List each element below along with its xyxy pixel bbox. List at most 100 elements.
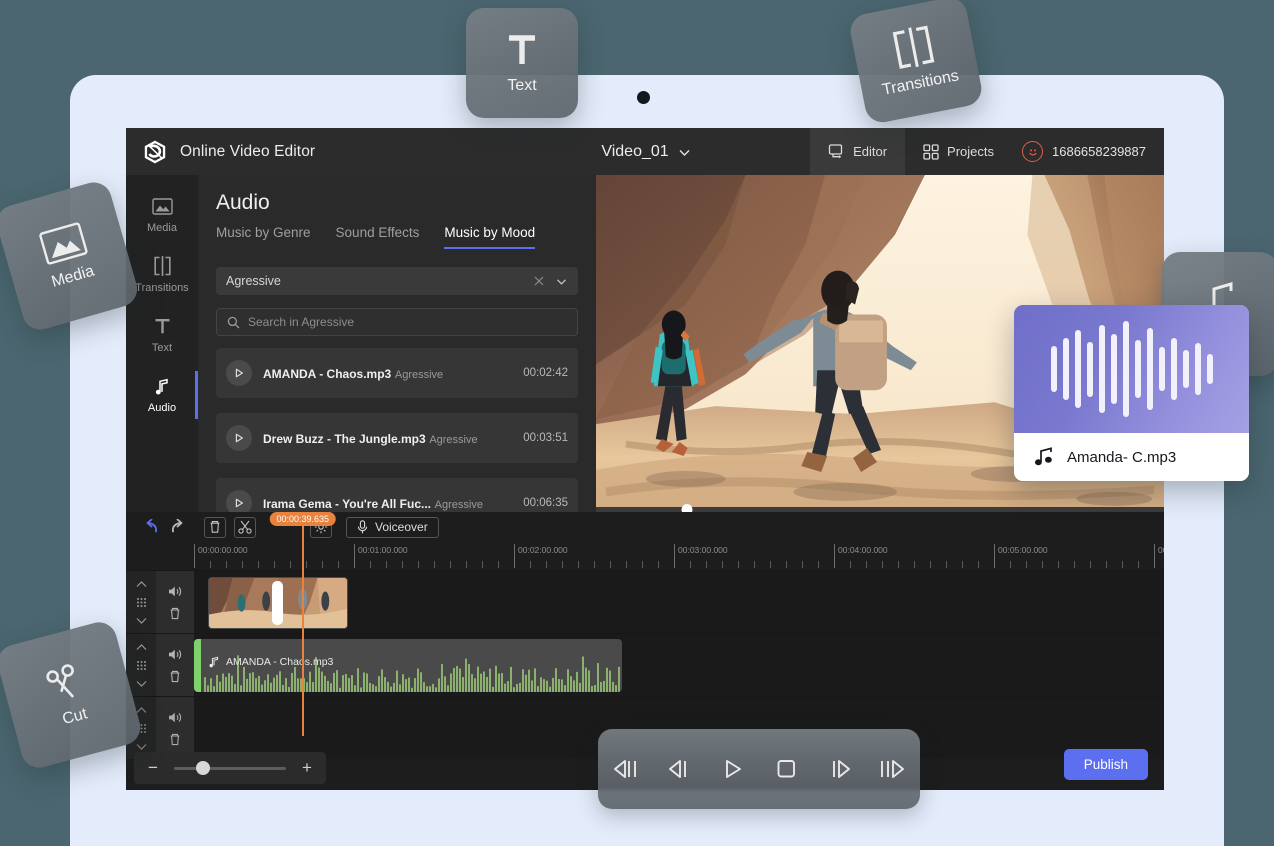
avatar — [1022, 141, 1043, 162]
voiceover-button[interactable]: Voiceover — [346, 517, 439, 538]
search-placeholder: Search in Agressive — [248, 315, 354, 329]
voiceover-label: Voiceover — [375, 520, 428, 534]
chevron-down-icon — [678, 146, 689, 157]
skip-forward-button[interactable] — [875, 752, 909, 786]
sidebar-item-text[interactable]: Text — [126, 305, 198, 365]
playhead[interactable]: 00:00:39.635 — [302, 526, 304, 736]
trash-icon[interactable] — [169, 733, 181, 746]
audio-card-title: Amanda- C.mp3 — [1067, 449, 1176, 466]
user-id-label: 1686658239887 — [1052, 144, 1146, 159]
sidebar-item-media[interactable]: Media — [126, 185, 198, 245]
publish-button[interactable]: Publish — [1064, 749, 1148, 780]
tab-music-by-genre[interactable]: Music by Genre — [216, 225, 311, 249]
nav-editor-button[interactable]: Editor — [810, 128, 905, 175]
sidebar-item-transitions[interactable]: Transitions — [126, 245, 198, 305]
project-name-selector[interactable]: Video_01 — [560, 143, 730, 161]
audio-clip-name: AMANDA - Chaos.mp3 — [226, 656, 333, 668]
play-icon[interactable] — [226, 425, 252, 451]
video-lane[interactable] — [194, 571, 1164, 633]
playback-control-bar — [598, 729, 920, 809]
nav-projects-label: Projects — [947, 144, 994, 159]
nav-editor-label: Editor — [853, 144, 887, 159]
panel-tabs: Music by Genre Sound Effects Music by Mo… — [216, 225, 578, 249]
track-reorder-controls[interactable] — [126, 571, 156, 633]
track-duration: 00:03:51 — [523, 432, 568, 444]
volume-icon[interactable] — [168, 648, 182, 661]
microphone-icon — [357, 520, 368, 534]
chevron-up-icon — [136, 581, 147, 588]
floating-card-transitions[interactable]: Transitions — [848, 0, 985, 125]
ruler-tick-label: 00:02:00.000 — [514, 544, 568, 557]
track-name: AMANDA - Chaos.mp3 — [263, 367, 391, 381]
image-icon — [37, 220, 89, 267]
play-icon[interactable] — [226, 360, 252, 386]
chevron-down-icon — [136, 617, 147, 624]
track-reorder-controls[interactable] — [126, 634, 156, 696]
sidebar-item-label: Media — [147, 222, 177, 234]
track-mood: Agressive — [429, 434, 477, 446]
clip-split-handle[interactable] — [272, 581, 283, 625]
undo-icon[interactable] — [140, 516, 164, 538]
close-icon[interactable] — [533, 275, 545, 287]
video-editor-window: Online Video Editor Video_01 Editor — [126, 128, 1164, 790]
scrubber-handle[interactable] — [681, 504, 692, 512]
audio-lane[interactable]: AMANDA - Chaos.mp3 — [194, 634, 1164, 696]
floating-card-text[interactable]: Text — [466, 8, 578, 118]
waveform-bars — [1014, 305, 1249, 433]
sidebar-item-label: Transitions — [135, 282, 188, 294]
list-item[interactable]: Drew Buzz - The Jungle.mp3 Agressive 00:… — [216, 413, 578, 463]
trash-icon[interactable] — [204, 517, 226, 538]
audio-card-footer: Amanda- C.mp3 — [1014, 433, 1249, 481]
audio-card-artwork — [1014, 305, 1249, 433]
titlebar-right-group: Editor Projects — [810, 128, 1164, 175]
step-forward-button[interactable] — [822, 752, 856, 786]
mood-select-value: Agressive — [226, 274, 533, 288]
editor-icon — [828, 143, 845, 160]
tab-music-by-mood[interactable]: Music by Mood — [444, 225, 535, 249]
floating-card-label: Transitions — [881, 67, 961, 99]
music-note-icon — [153, 377, 171, 396]
ruler-tick-label: 00:04:00.000 — [834, 544, 888, 557]
mood-select[interactable]: Agressive — [216, 267, 578, 295]
user-account-button[interactable]: 1686658239887 — [1012, 141, 1164, 162]
timeline-ruler[interactable]: 00:00:00.000 00:01:00.000 00:02:00.000 0… — [126, 542, 1164, 570]
music-note-icon — [1032, 446, 1054, 468]
zoom-in-button[interactable]: + — [288, 758, 326, 778]
text-icon — [153, 317, 172, 336]
volume-icon[interactable] — [168, 711, 182, 724]
audio-clip-label-group: AMANDA - Chaos.mp3 — [208, 656, 333, 668]
skip-back-button[interactable] — [610, 752, 644, 786]
step-back-button[interactable] — [663, 752, 697, 786]
track-mood: Agressive — [395, 369, 443, 381]
list-item[interactable]: AMANDA - Chaos.mp3 Agressive 00:02:42 — [216, 348, 578, 398]
sidebar-item-audio[interactable]: Audio — [126, 365, 198, 425]
redo-icon[interactable] — [164, 516, 188, 538]
zoom-slider[interactable] — [174, 767, 286, 770]
tab-sound-effects[interactable]: Sound Effects — [336, 225, 420, 249]
nav-projects-button[interactable]: Projects — [905, 128, 1012, 175]
zoom-out-button[interactable]: − — [134, 758, 172, 778]
audio-clip[interactable]: AMANDA - Chaos.mp3 — [194, 639, 622, 692]
track-name: Drew Buzz - The Jungle.mp3 — [263, 432, 426, 446]
app-logo-icon — [142, 139, 168, 165]
track-meta: Drew Buzz - The Jungle.mp3 Agressive — [263, 431, 512, 446]
chevron-down-icon — [136, 680, 147, 687]
image-icon — [152, 197, 173, 216]
decorative-dot — [637, 91, 650, 104]
search-input[interactable]: Search in Agressive — [216, 308, 578, 336]
audio-panel: Audio Music by Genre Sound Effects Music… — [198, 175, 596, 512]
audio-preview-card[interactable]: Amanda- C.mp3 — [1014, 305, 1249, 481]
stop-button[interactable] — [769, 752, 803, 786]
zoom-slider-knob[interactable] — [196, 761, 210, 775]
play-button[interactable] — [716, 752, 750, 786]
timeline-track-audio: AMANDA - Chaos.mp3 — [126, 633, 1164, 696]
trash-icon[interactable] — [169, 670, 181, 683]
drag-handle-icon — [136, 597, 147, 608]
track-actions-empty — [156, 697, 194, 759]
panel-title: Audio — [216, 191, 578, 215]
volume-icon[interactable] — [168, 585, 182, 598]
scissors-icon[interactable] — [234, 517, 256, 538]
timeline-zoom-control: − + — [134, 752, 326, 784]
trash-icon[interactable] — [169, 607, 181, 620]
video-clip[interactable] — [208, 577, 348, 629]
